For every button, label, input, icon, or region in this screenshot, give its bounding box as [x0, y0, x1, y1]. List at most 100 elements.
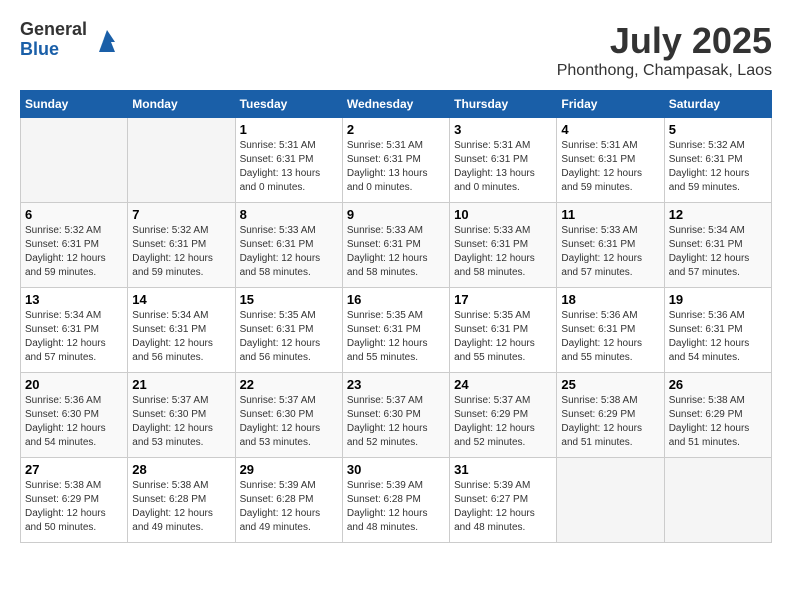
day-info: Sunrise: 5:34 AMSunset: 6:31 PMDaylight:…	[669, 224, 767, 280]
calendar-cell: 9 Sunrise: 5:33 AMSunset: 6:31 PMDaylight…	[342, 203, 449, 288]
calendar-cell	[664, 458, 771, 543]
calendar-cell: 19Sunrise: 5:36 AMSunset: 6:31 PMDayligh…	[664, 288, 771, 373]
day-number: 28	[132, 462, 230, 477]
day-info: Sunrise: 5:31 AMSunset: 6:31 PMDaylight:…	[454, 139, 552, 195]
calendar-cell: 15Sunrise: 5:35 AMSunset: 6:31 PMDayligh…	[235, 288, 342, 373]
calendar-week-3: 13 Sunrise: 5:34 AMSunset: 6:31 PMDayligh…	[21, 288, 772, 373]
day-info: Sunrise: 5:38 AMSunset: 6:29 PMDaylight:…	[561, 394, 659, 450]
day-info: Sunrise: 5:32 AMSunset: 6:31 PMDaylight:…	[25, 224, 123, 280]
day-info: Sunrise: 5:34 AMSunset: 6:31 PMDaylight:…	[132, 309, 230, 365]
location: Phonthong, Champasak, Laos	[557, 62, 772, 80]
day-number: 23	[347, 377, 445, 392]
day-number: 25	[561, 377, 659, 392]
col-friday: Friday	[557, 91, 664, 118]
calendar-cell: 2 Sunrise: 5:31 AMSunset: 6:31 PMDaylight…	[342, 118, 449, 203]
calendar-cell: 11Sunrise: 5:33 AMSunset: 6:31 PMDayligh…	[557, 203, 664, 288]
day-info: Sunrise: 5:37 AMSunset: 6:29 PMDaylight:…	[454, 394, 552, 450]
day-number: 31	[454, 462, 552, 477]
day-number: 4	[561, 122, 659, 137]
day-number: 18	[561, 292, 659, 307]
calendar-week-4: 20 Sunrise: 5:36 AMSunset: 6:30 PMDayligh…	[21, 373, 772, 458]
col-saturday: Saturday	[664, 91, 771, 118]
day-number: 17	[454, 292, 552, 307]
day-number: 26	[669, 377, 767, 392]
col-thursday: Thursday	[450, 91, 557, 118]
day-number: 9	[347, 207, 445, 222]
day-info: Sunrise: 5:39 AMSunset: 6:28 PMDaylight:…	[240, 479, 338, 535]
calendar-cell: 17Sunrise: 5:35 AMSunset: 6:31 PMDayligh…	[450, 288, 557, 373]
calendar-cell: 23 Sunrise: 5:37 AMSunset: 6:30 PMDayligh…	[342, 373, 449, 458]
day-info: Sunrise: 5:33 AMSunset: 6:31 PMDaylight:…	[561, 224, 659, 280]
calendar-cell: 4 Sunrise: 5:31 AMSunset: 6:31 PMDaylight…	[557, 118, 664, 203]
col-wednesday: Wednesday	[342, 91, 449, 118]
calendar-week-2: 6 Sunrise: 5:32 AMSunset: 6:31 PMDaylight…	[21, 203, 772, 288]
calendar-cell: 27 Sunrise: 5:38 AMSunset: 6:29 PMDayligh…	[21, 458, 128, 543]
day-info: Sunrise: 5:37 AMSunset: 6:30 PMDaylight:…	[132, 394, 230, 450]
day-number: 6	[25, 207, 123, 222]
day-number: 20	[25, 377, 123, 392]
calendar-table: Sunday Monday Tuesday Wednesday Thursday…	[20, 90, 772, 543]
calendar-cell: 8 Sunrise: 5:33 AMSunset: 6:31 PMDaylight…	[235, 203, 342, 288]
calendar-cell: 20 Sunrise: 5:36 AMSunset: 6:30 PMDayligh…	[21, 373, 128, 458]
day-info: Sunrise: 5:34 AMSunset: 6:31 PMDaylight:…	[25, 309, 123, 365]
day-info: Sunrise: 5:36 AMSunset: 6:31 PMDaylight:…	[669, 309, 767, 365]
page-header: General Blue July 2025 Phonthong, Champa…	[20, 20, 772, 80]
day-info: Sunrise: 5:33 AMSunset: 6:31 PMDaylight:…	[240, 224, 338, 280]
day-info: Sunrise: 5:36 AMSunset: 6:31 PMDaylight:…	[561, 309, 659, 365]
logo: General Blue	[20, 20, 123, 60]
logo-text: General Blue	[20, 20, 87, 60]
day-number: 30	[347, 462, 445, 477]
day-info: Sunrise: 5:37 AMSunset: 6:30 PMDaylight:…	[347, 394, 445, 450]
calendar-cell: 5Sunrise: 5:32 AMSunset: 6:31 PMDaylight…	[664, 118, 771, 203]
day-info: Sunrise: 5:38 AMSunset: 6:29 PMDaylight:…	[669, 394, 767, 450]
calendar-cell: 10 Sunrise: 5:33 AMSunset: 6:31 PMDayligh…	[450, 203, 557, 288]
day-number: 10	[454, 207, 552, 222]
day-info: Sunrise: 5:32 AMSunset: 6:31 PMDaylight:…	[669, 139, 767, 195]
calendar-cell: 16Sunrise: 5:35 AMSunset: 6:31 PMDayligh…	[342, 288, 449, 373]
col-tuesday: Tuesday	[235, 91, 342, 118]
day-number: 15	[240, 292, 338, 307]
calendar-week-1: 1Sunrise: 5:31 AMSunset: 6:31 PMDaylight…	[21, 118, 772, 203]
calendar-cell	[557, 458, 664, 543]
day-number: 2	[347, 122, 445, 137]
day-number: 13	[25, 292, 123, 307]
calendar-cell: 29 Sunrise: 5:39 AMSunset: 6:28 PMDayligh…	[235, 458, 342, 543]
day-number: 8	[240, 207, 338, 222]
day-number: 12	[669, 207, 767, 222]
day-info: Sunrise: 5:39 AMSunset: 6:28 PMDaylight:…	[347, 479, 445, 535]
calendar-cell: 14Sunrise: 5:34 AMSunset: 6:31 PMDayligh…	[128, 288, 235, 373]
day-info: Sunrise: 5:33 AMSunset: 6:31 PMDaylight:…	[347, 224, 445, 280]
day-info: Sunrise: 5:38 AMSunset: 6:29 PMDaylight:…	[25, 479, 123, 535]
day-info: Sunrise: 5:37 AMSunset: 6:30 PMDaylight:…	[240, 394, 338, 450]
day-info: Sunrise: 5:31 AMSunset: 6:31 PMDaylight:…	[347, 139, 445, 195]
day-info: Sunrise: 5:33 AMSunset: 6:31 PMDaylight:…	[454, 224, 552, 280]
calendar-cell: 26 Sunrise: 5:38 AMSunset: 6:29 PMDayligh…	[664, 373, 771, 458]
calendar-week-5: 27 Sunrise: 5:38 AMSunset: 6:29 PMDayligh…	[21, 458, 772, 543]
calendar-cell: 22 Sunrise: 5:37 AMSunset: 6:30 PMDayligh…	[235, 373, 342, 458]
calendar-cell: 6 Sunrise: 5:32 AMSunset: 6:31 PMDaylight…	[21, 203, 128, 288]
title-section: July 2025 Phonthong, Champasak, Laos	[557, 20, 772, 80]
logo-general: General	[20, 20, 87, 40]
day-info: Sunrise: 5:32 AMSunset: 6:31 PMDaylight:…	[132, 224, 230, 280]
calendar-cell: 3Sunrise: 5:31 AMSunset: 6:31 PMDaylight…	[450, 118, 557, 203]
day-number: 22	[240, 377, 338, 392]
calendar-cell: 25 Sunrise: 5:38 AMSunset: 6:29 PMDayligh…	[557, 373, 664, 458]
day-info: Sunrise: 5:31 AMSunset: 6:31 PMDaylight:…	[240, 139, 338, 195]
logo-icon	[91, 24, 123, 56]
calendar-cell: 7 Sunrise: 5:32 AMSunset: 6:31 PMDaylight…	[128, 203, 235, 288]
day-number: 27	[25, 462, 123, 477]
day-info: Sunrise: 5:36 AMSunset: 6:30 PMDaylight:…	[25, 394, 123, 450]
calendar-cell: 24Sunrise: 5:37 AMSunset: 6:29 PMDayligh…	[450, 373, 557, 458]
day-info: Sunrise: 5:38 AMSunset: 6:28 PMDaylight:…	[132, 479, 230, 535]
calendar-header-row: Sunday Monday Tuesday Wednesday Thursday…	[21, 91, 772, 118]
logo-blue: Blue	[20, 40, 87, 60]
day-number: 29	[240, 462, 338, 477]
day-number: 7	[132, 207, 230, 222]
day-info: Sunrise: 5:31 AMSunset: 6:31 PMDaylight:…	[561, 139, 659, 195]
calendar-cell: 28 Sunrise: 5:38 AMSunset: 6:28 PMDayligh…	[128, 458, 235, 543]
day-info: Sunrise: 5:39 AMSunset: 6:27 PMDaylight:…	[454, 479, 552, 535]
col-monday: Monday	[128, 91, 235, 118]
calendar-cell	[128, 118, 235, 203]
day-number: 21	[132, 377, 230, 392]
calendar-cell: 31 Sunrise: 5:39 AMSunset: 6:27 PMDayligh…	[450, 458, 557, 543]
